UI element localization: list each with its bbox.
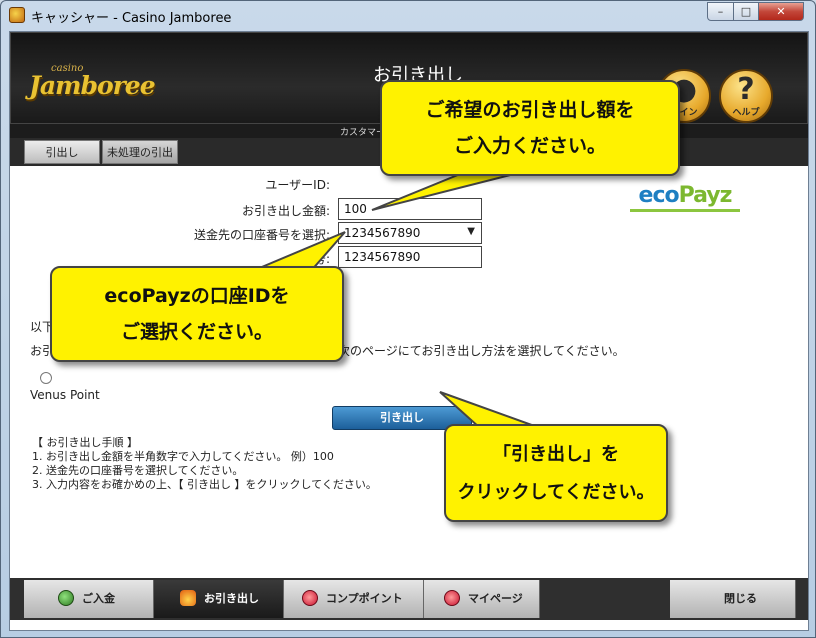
close-button[interactable]: 閉じる xyxy=(670,580,796,618)
close-window-button[interactable]: ✕ xyxy=(758,2,804,21)
question-mark-icon: ? xyxy=(737,72,755,107)
amount-input[interactable]: 100 xyxy=(338,198,482,220)
help-button[interactable]: ? ヘルプ xyxy=(719,69,773,123)
instruction-step: 3. 入力内容をお確かめの上、【 引き出し 】をクリックしてください。 xyxy=(32,478,377,491)
support-text: カスタマー xyxy=(340,128,386,138)
maximize-button[interactable]: □ xyxy=(733,2,759,21)
close-label: 閉じる xyxy=(724,592,757,605)
account-select[interactable]: 1234567890 xyxy=(338,222,482,244)
comp-points-icon xyxy=(302,590,318,606)
jamboree-logo: Jamboree xyxy=(29,71,156,100)
callout-amount-line-2: ご入力ください。 xyxy=(453,135,606,157)
venus-point-label: Venus Point xyxy=(30,388,100,402)
callout-click: 「引き出し」を クリックしてください。 xyxy=(444,424,668,522)
tab-pending-withdrawals[interactable]: 未処理の引出し xyxy=(102,140,178,183)
account-select-value: 1234567890 xyxy=(344,226,421,240)
app-icon xyxy=(9,7,25,23)
callout-click-line-2: クリックしてください。 xyxy=(457,482,655,503)
comp-points-button[interactable]: コンプポイント xyxy=(284,580,424,618)
instructions-heading: 【 お引き出し手順 】 xyxy=(32,436,138,449)
help-button-label: ヘルプ xyxy=(732,108,760,118)
callout-account-line-1: ecoPayzの口座IDを xyxy=(104,285,290,307)
my-page-button[interactable]: マイページ xyxy=(424,580,540,618)
withdraw-nav-button[interactable]: お引き出し xyxy=(154,580,284,618)
callout-click-line-1: 「引き出し」を xyxy=(493,444,619,465)
withdraw-nav-label: お引き出し xyxy=(204,592,259,605)
instruction-step: 2. 送金先の口座番号を選択してください。 xyxy=(32,464,244,477)
comp-points-label: コンプポイント xyxy=(326,592,403,605)
withdraw-instructions: 【 お引き出し手順 】 1. お引き出し金額を半角数字で入力してください。 例）… xyxy=(32,436,377,492)
ecopayz-eco-text: eco xyxy=(638,183,680,208)
account-number-field[interactable]: 1234567890 xyxy=(338,246,482,268)
account-select-label: 送金先の口座番号を選択: xyxy=(193,228,330,242)
my-page-icon xyxy=(444,590,460,606)
deposit-icon xyxy=(58,590,74,606)
minimize-button[interactable]: – xyxy=(707,2,734,21)
user-id-label: ユーザーID: xyxy=(265,178,330,192)
info-line-2-right: 次のページにてお引き出し方法を選択してください。 xyxy=(338,344,625,358)
tab-withdraw[interactable]: 引出し xyxy=(24,140,100,164)
withdraw-icon xyxy=(180,590,196,606)
window-title: キャッシャー - Casino Jamboree xyxy=(31,11,232,26)
ecopayz-logo: ecoPayz xyxy=(630,182,740,212)
callout-account-line-2: ご選択ください。 xyxy=(120,321,273,343)
deposit-button[interactable]: ご入金 xyxy=(24,580,154,618)
my-page-label: マイページ xyxy=(468,592,523,605)
bottom-nav: ご入金 お引き出し コンプポイント マイページ 閉じる xyxy=(10,578,808,620)
ecopayz-payz-text: Payz xyxy=(678,183,733,208)
account-number-label: 号: xyxy=(313,252,330,266)
callout-amount: ご希望のお引き出し額を ご入力ください。 xyxy=(380,80,680,176)
amount-label: お引き出し金額: xyxy=(241,204,330,218)
withdraw-form: ユーザーID: お引き出し金額: 100 送金先の口座番号を選択: 123456… xyxy=(10,166,808,576)
title-bar[interactable]: キャッシャー - Casino Jamboree – □ ✕ xyxy=(1,1,815,31)
venus-point-radio[interactable] xyxy=(40,372,52,384)
callout-account: ecoPayzの口座IDを ご選択ください。 xyxy=(50,266,344,362)
deposit-label: ご入金 xyxy=(82,592,115,605)
instruction-step: 1. お引き出し金額を半角数字で入力してください。 例）100 xyxy=(32,450,334,463)
callout-amount-line-1: ご希望のお引き出し額を xyxy=(425,99,635,121)
